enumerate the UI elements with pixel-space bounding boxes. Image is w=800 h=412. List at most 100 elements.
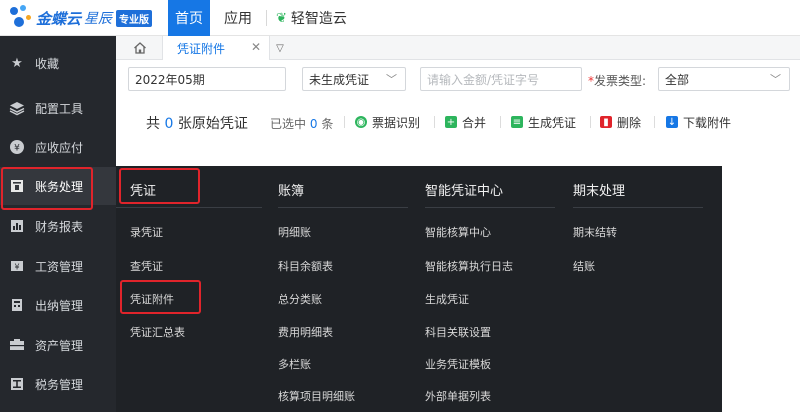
chevron-down-icon[interactable]: ▽	[272, 39, 288, 57]
count-suffix: 张原始凭证	[177, 116, 248, 132]
toolbar-divider	[590, 116, 591, 128]
selected-value: 0	[309, 117, 318, 131]
count-value: 0	[164, 116, 174, 132]
nav-home[interactable]: 首页	[168, 0, 210, 36]
menu-item-detail-ledger[interactable]: 明细账	[278, 224, 311, 240]
menu-item-generate-voucher[interactable]: 生成凭证	[425, 291, 469, 307]
status-select[interactable]: 未生成凭证 ﹀	[302, 67, 406, 91]
invoice-type-select[interactable]: 全部 ﹀	[658, 67, 790, 91]
menu-item-period-end-transfer[interactable]: 期末结转	[573, 224, 617, 240]
chevron-down-icon: ﹀	[770, 73, 781, 86]
accounting-mega-menu: 凭证 录凭证 查凭证 凭证附件 凭证汇总表 账簿 明细账 科目余额表 总分类账 …	[116, 166, 722, 412]
leaf-icon: ❦	[276, 10, 287, 26]
chevron-down-icon: ﹀	[386, 73, 397, 86]
close-icon[interactable]: ✕	[251, 40, 261, 54]
svg-text:¥: ¥	[14, 263, 19, 272]
tab-voucher-attachments[interactable]: 凭证附件 ✕	[162, 36, 270, 60]
home-icon[interactable]	[130, 39, 150, 57]
toolbar-divider	[500, 116, 501, 128]
menu-item-multi-column-ledger[interactable]: 多栏账	[278, 356, 311, 372]
count-prefix: 共	[146, 116, 160, 132]
filter-bar: 2022年05期 未生成凭证 ﹀ 请输入金额/凭证字号 *发票类型: 全部 ﹀	[116, 60, 800, 100]
sidebar-item-label: 配置工具	[35, 101, 84, 116]
trash-icon: ▮	[600, 116, 612, 128]
selected-suffix: 条	[321, 117, 334, 131]
ocr-label: 票据识别	[372, 115, 421, 130]
period-select[interactable]: 2022年05期	[128, 67, 286, 91]
sidebar-item-label: 收藏	[35, 56, 60, 71]
selected-count: 已选中 0 条	[270, 115, 333, 132]
sidebar-item-favorites[interactable]: ★ 收藏	[0, 44, 116, 82]
menu-item-account-mapping[interactable]: 科目关联设置	[425, 324, 491, 340]
menu-item-project-detail-ledger[interactable]: 核算项目明细账	[278, 388, 355, 404]
salary-icon: ¥	[9, 258, 25, 274]
tab-label: 凭证附件	[177, 41, 226, 56]
menu-item-smart-accounting-log[interactable]: 智能核算执行日志	[425, 258, 513, 274]
toolbar-divider	[434, 116, 435, 128]
tax-icon	[9, 376, 25, 392]
sidebar-item-config[interactable]: 配置工具	[0, 89, 116, 127]
menu-item-voucher-summary[interactable]: 凭证汇总表	[130, 324, 185, 340]
ocr-button[interactable]: ◉ 票据识别	[355, 114, 420, 130]
logo[interactable]: 金蝶云 星辰 专业版	[8, 4, 153, 32]
menu-item-smart-accounting-center[interactable]: 智能核算中心	[425, 224, 491, 240]
edition-badge: 专业版	[116, 9, 153, 27]
logo-brand: 金蝶云	[36, 9, 82, 28]
sidebar-item-salary[interactable]: ¥ 工资管理	[0, 247, 116, 285]
menu-column-divider	[573, 207, 703, 208]
voucher-icon: ≡	[511, 116, 523, 128]
star-icon: ★	[11, 55, 23, 71]
menu-column-title-voucher: 凭证	[130, 184, 157, 199]
svg-text:¥: ¥	[14, 144, 20, 154]
menu-item-voucher-attachments[interactable]: 凭证附件	[130, 291, 174, 307]
sidebar-item-cashier[interactable]: 出纳管理	[0, 286, 116, 324]
invoice-type-value: 全部	[665, 72, 690, 87]
sidebar: ★ 收藏 配置工具 ¥ 应收应付 账务处理 财务报表 ¥ 工资管理 出纳管理 资…	[0, 36, 116, 412]
nav-app[interactable]: 应用	[224, 0, 252, 36]
status-value: 未生成凭证	[309, 72, 370, 87]
menu-item-general-ledger[interactable]: 总分类账	[278, 291, 322, 307]
cashier-icon	[9, 297, 25, 313]
merge-label: 合并	[462, 115, 487, 130]
nav-smart-cloud[interactable]: ❦ 轻智造云	[276, 0, 347, 36]
ledger-icon	[9, 178, 25, 194]
menu-item-expense-detail[interactable]: 费用明细表	[278, 324, 333, 340]
download-attachments-button[interactable]: ↓ 下载附件	[666, 114, 731, 130]
menu-item-external-docs[interactable]: 外部单据列表	[425, 388, 491, 404]
asset-icon	[9, 337, 25, 353]
sidebar-item-label: 工资管理	[35, 259, 84, 274]
search-input[interactable]: 请输入金额/凭证字号	[420, 67, 582, 91]
top-bar: 金蝶云 星辰 专业版 首页 应用 ❦ 轻智造云	[0, 0, 800, 36]
menu-item-close-period[interactable]: 结账	[573, 258, 595, 274]
report-icon	[9, 218, 25, 234]
sidebar-item-assets[interactable]: 资产管理	[0, 326, 116, 364]
generate-voucher-button[interactable]: ≡ 生成凭证	[511, 114, 576, 130]
sidebar-item-label: 出纳管理	[35, 298, 84, 313]
selected-prefix: 已选中	[270, 117, 307, 131]
menu-item-enter-voucher[interactable]: 录凭证	[130, 224, 163, 240]
search-placeholder: 请输入金额/凭证字号	[427, 72, 540, 87]
toolbar-divider	[654, 116, 655, 128]
sidebar-item-label: 税务管理	[35, 377, 84, 392]
menu-column-title-period-end: 期末处理	[573, 184, 626, 199]
menu-column-title-books: 账簿	[278, 184, 305, 199]
sidebar-item-label: 应收应付	[35, 140, 84, 155]
menu-item-voucher-template[interactable]: 业务凭证模板	[425, 356, 491, 372]
download-label: 下载附件	[683, 115, 732, 130]
menu-item-query-voucher[interactable]: 查凭证	[130, 258, 163, 274]
sidebar-item-receivables[interactable]: ¥ 应收应付	[0, 128, 116, 166]
merge-button[interactable]: + 合并	[445, 114, 486, 130]
sidebar-item-tax[interactable]: 税务管理	[0, 365, 116, 403]
sidebar-item-accounting[interactable]: 账务处理	[0, 167, 116, 205]
sidebar-item-label: 资产管理	[35, 338, 84, 353]
delete-button[interactable]: ▮ 删除	[600, 114, 641, 130]
toolbar-divider	[344, 116, 345, 128]
delete-label: 删除	[617, 115, 642, 130]
period-value: 2022年05期	[135, 72, 205, 87]
logo-mark-icon	[8, 5, 34, 31]
sidebar-item-label: 账务处理	[35, 179, 84, 194]
nav-divider	[266, 10, 267, 26]
sidebar-item-reports[interactable]: 财务报表	[0, 207, 116, 245]
invoice-type-label-text: 发票类型:	[594, 74, 647, 88]
menu-item-account-balance[interactable]: 科目余额表	[278, 258, 333, 274]
